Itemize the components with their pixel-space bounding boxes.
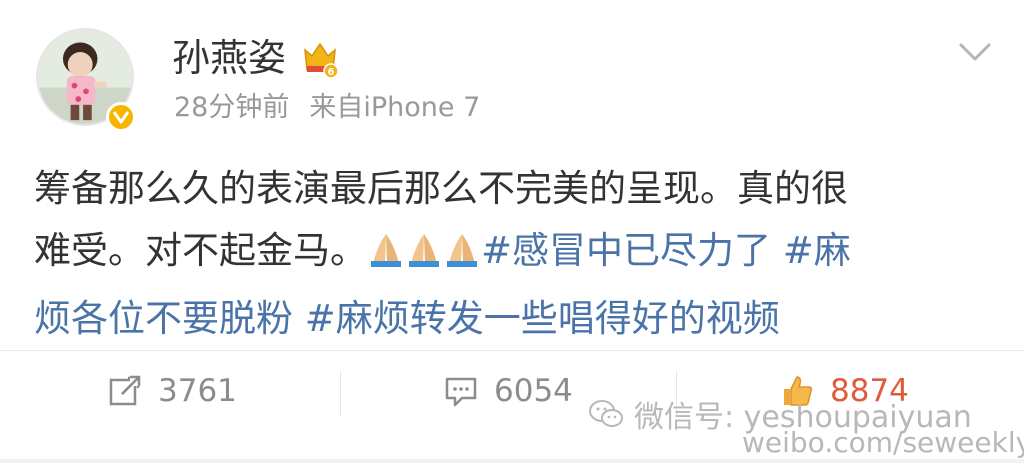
crown-badge-icon[interactable]: 6 bbox=[302, 40, 339, 79]
username[interactable]: 孙燕姿 bbox=[172, 36, 286, 80]
svg-text:6: 6 bbox=[328, 67, 335, 78]
post-content-line-3: 烦各位不要脱粉 #麻烦转发一些唱得好的视频 bbox=[34, 288, 984, 350]
post-text: 难受。对不起金马。 bbox=[34, 229, 367, 272]
post-time: 28分钟前 bbox=[174, 92, 290, 123]
repost-button[interactable]: 3761 bbox=[108, 369, 237, 413]
post-content-line-1: 筹备那么久的表演最后那么不完美的呈现。真的很 bbox=[34, 167, 848, 210]
hashtag-link[interactable]: #麻烦转发一些唱得好的视频 bbox=[293, 297, 780, 340]
hashtag-link[interactable]: #感冒中已尽力了 bbox=[481, 229, 771, 272]
card-bottom-border bbox=[0, 459, 1024, 463]
post-content-line-2: 难受。对不起金马。 #感冒中已尽力了 #麻 bbox=[34, 220, 984, 288]
comment-icon bbox=[445, 377, 477, 407]
chevron-down-icon[interactable] bbox=[958, 40, 992, 64]
repost-count: 3761 bbox=[158, 373, 237, 409]
praying-hands-emoji bbox=[367, 226, 481, 288]
verified-v-icon bbox=[106, 102, 136, 132]
comment-button[interactable]: 6054 bbox=[444, 369, 573, 413]
post-content: 筹备那么久的表演最后那么不完美的呈现。真的很 难受。对不起金马。 #感冒中已尽力了… bbox=[34, 158, 984, 350]
comment-count: 6054 bbox=[494, 373, 573, 409]
wechat-icon bbox=[589, 400, 623, 427]
hashtag-link[interactable]: 烦各位不要脱粉 bbox=[34, 297, 293, 340]
divider bbox=[340, 371, 341, 417]
weibo-post-card: 孙燕姿 6 28分钟前 来自iPhone 7 筹备那么久的表演最后那么不完美的呈现… bbox=[0, 0, 1024, 463]
repost-icon bbox=[109, 375, 141, 406]
post-source: 来自iPhone 7 bbox=[309, 92, 481, 123]
post-meta: 28分钟前 来自iPhone 7 bbox=[174, 92, 480, 124]
weibo-url-watermark: weibo.com/seweekly bbox=[742, 426, 1024, 459]
hashtag-link[interactable]: #麻 bbox=[771, 229, 851, 272]
